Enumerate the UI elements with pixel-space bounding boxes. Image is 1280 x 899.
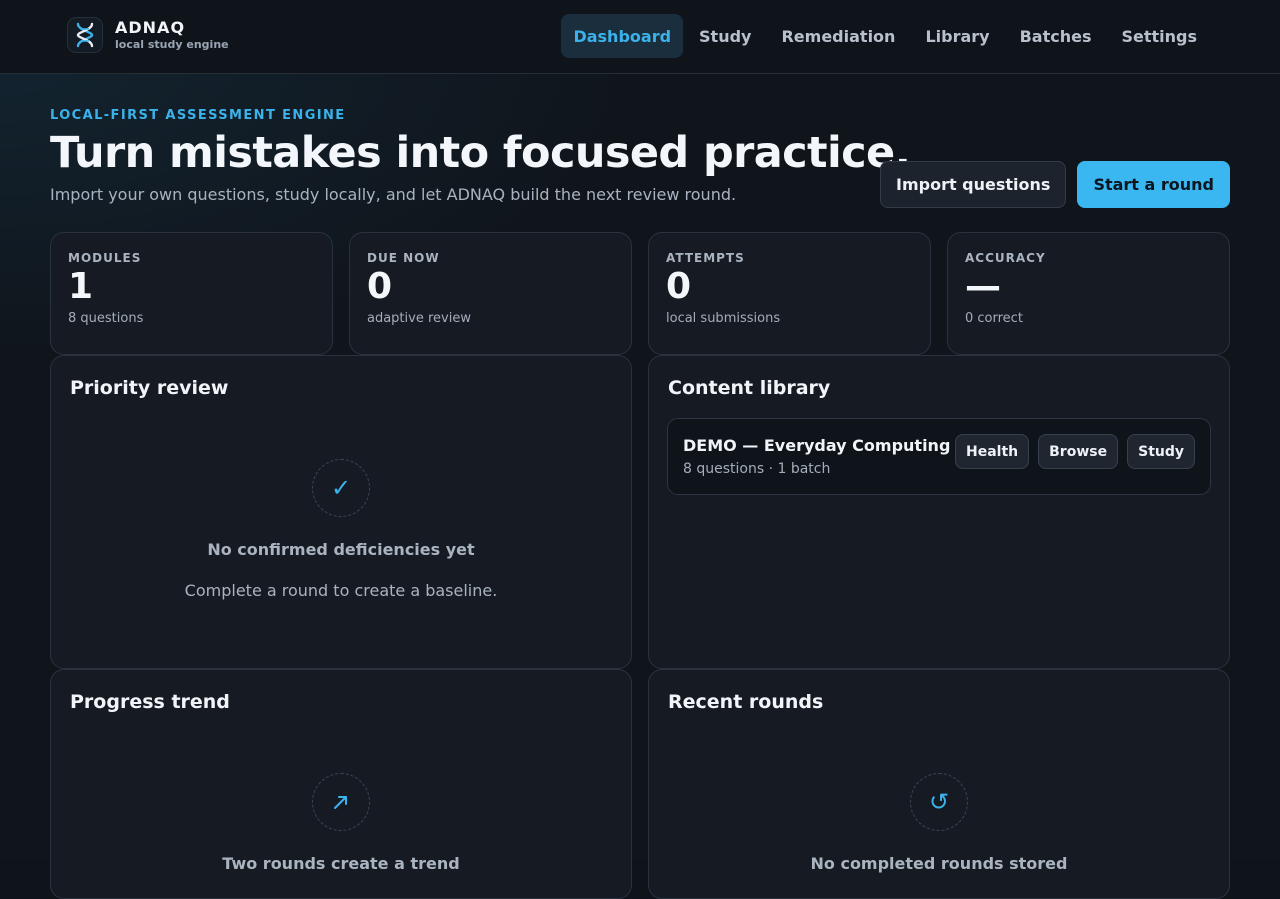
stat-value: — <box>965 266 1001 307</box>
stat-note: 0 correct <box>965 311 1023 326</box>
panel-title: Content library <box>668 377 831 399</box>
stat-label: ACCURACY <box>965 251 1046 265</box>
content-library-panel: Content library DEMO — Everyday Computin… <box>648 355 1230 669</box>
adnaq-logo-icon <box>67 17 103 53</box>
panel-title: Progress trend <box>70 691 230 713</box>
recent-rounds-panel: Recent rounds ↺ No completed rounds stor… <box>648 669 1230 899</box>
import-questions-button[interactable]: Import questions <box>880 161 1067 208</box>
panel-title: Priority review <box>70 377 229 399</box>
stat-card-attempts: ATTEMPTS 0 local submissions <box>648 232 931 355</box>
stat-label: DUE NOW <box>367 251 440 265</box>
library-item: DEMO — Everyday Computing 8 questions · … <box>667 418 1211 495</box>
stat-label: ATTEMPTS <box>666 251 745 265</box>
study-button[interactable]: Study <box>1127 434 1195 469</box>
browse-button[interactable]: Browse <box>1038 434 1119 469</box>
stat-note: adaptive review <box>367 311 471 326</box>
nav-settings[interactable]: Settings <box>1107 14 1211 58</box>
empty-state: ↺ No completed rounds stored <box>649 773 1229 873</box>
check-icon: ✓ <box>312 459 370 517</box>
page-subtitle: Import your own questions, study locally… <box>50 185 737 204</box>
nav-study[interactable]: Study <box>685 14 765 58</box>
panel-title: Recent rounds <box>668 691 824 713</box>
stat-value: 0 <box>367 266 393 307</box>
empty-state: ✓ No confirmed deficiencies yet Complete… <box>51 459 631 600</box>
trend-arrow-icon <box>312 773 370 831</box>
health-button[interactable]: Health <box>955 434 1030 469</box>
main-nav: Dashboard Study Remediation Library Batc… <box>561 14 1211 58</box>
priority-review-panel: Priority review ✓ No confirmed deficienc… <box>50 355 632 669</box>
empty-state-title: Two rounds create a trend <box>222 854 460 873</box>
empty-state: Two rounds create a trend <box>51 773 631 873</box>
stat-note: local submissions <box>666 311 781 326</box>
progress-trend-panel: Progress trend Two rounds create a trend <box>50 669 632 899</box>
nav-library[interactable]: Library <box>911 14 1003 58</box>
nav-dashboard[interactable]: Dashboard <box>561 14 684 58</box>
hero-actions: Import questions Start a round <box>880 161 1230 208</box>
stat-note: 8 questions <box>68 311 144 326</box>
library-item-actions: Health Browse Study <box>955 434 1195 469</box>
stat-card-accuracy: ACCURACY — 0 correct <box>947 232 1230 355</box>
brand-name: ADNAQ <box>115 18 186 37</box>
hero-eyebrow: LOCAL-FIRST ASSESSMENT ENGINE <box>50 108 346 123</box>
refresh-icon: ↺ <box>910 773 968 831</box>
library-item-name: DEMO — Everyday Computing <box>683 436 951 455</box>
stat-value: 1 <box>68 266 94 307</box>
top-navigation-bar: ADNAQ local study engine Dashboard Study… <box>0 0 1280 74</box>
start-round-button[interactable]: Start a round <box>1077 161 1230 208</box>
nav-batches[interactable]: Batches <box>1006 14 1106 58</box>
nav-remediation[interactable]: Remediation <box>767 14 909 58</box>
stat-card-due-now: DUE NOW 0 adaptive review <box>349 232 632 355</box>
empty-state-description: Complete a round to create a baseline. <box>184 581 498 600</box>
stat-value: 0 <box>666 266 692 307</box>
stat-card-modules: MODULES 1 8 questions <box>50 232 333 355</box>
stat-label: MODULES <box>68 251 142 265</box>
empty-state-title: No confirmed deficiencies yet <box>207 540 475 559</box>
empty-state-title: No completed rounds stored <box>810 854 1068 873</box>
brand[interactable]: ADNAQ local study engine <box>67 17 229 53</box>
library-item-meta: 8 questions · 1 batch <box>683 461 831 477</box>
page-title: Turn mistakes into focused practice. <box>50 128 911 178</box>
brand-subtitle: local study engine <box>115 38 229 51</box>
